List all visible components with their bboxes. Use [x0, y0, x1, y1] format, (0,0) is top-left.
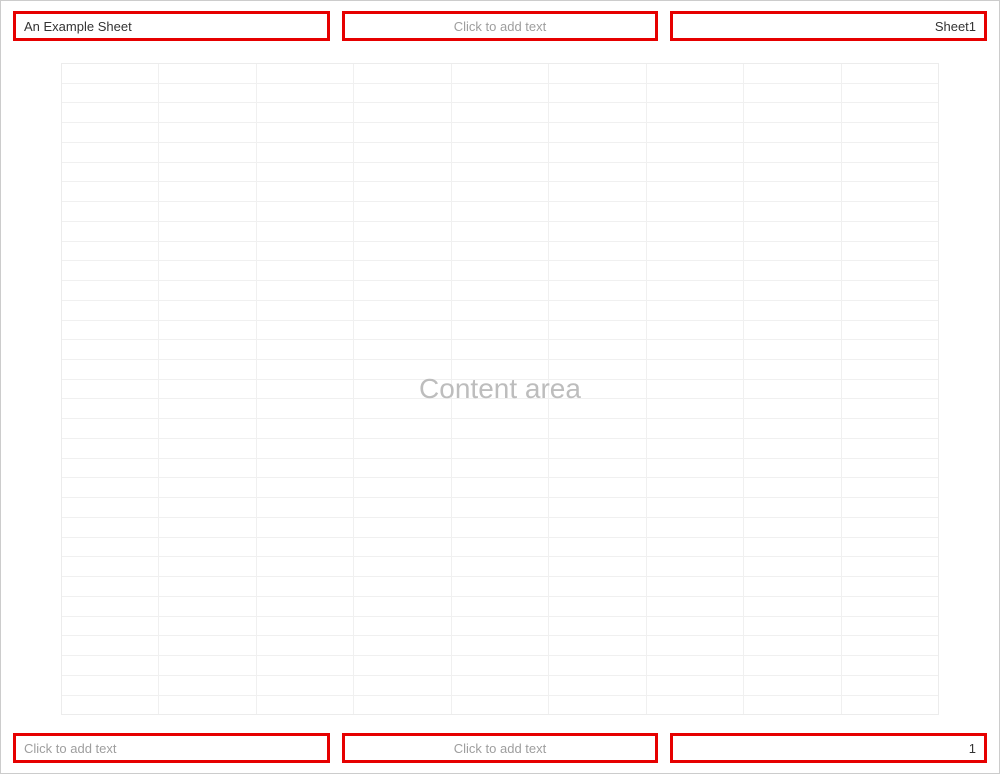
footer-center-text: Click to add text — [454, 741, 547, 756]
footer-row: Click to add text Click to add text 1 — [13, 733, 987, 763]
print-preview-page: An Example Sheet Click to add text Sheet… — [1, 1, 999, 773]
content-area-label: Content area — [419, 373, 581, 405]
content-area[interactable]: Content area — [61, 63, 939, 715]
footer-left-region[interactable]: Click to add text — [13, 733, 330, 763]
header-left-text: An Example Sheet — [24, 19, 132, 34]
footer-right-text: 1 — [969, 741, 976, 756]
header-right-text: Sheet1 — [935, 19, 976, 34]
header-right-region[interactable]: Sheet1 — [670, 11, 987, 41]
header-row: An Example Sheet Click to add text Sheet… — [13, 11, 987, 41]
footer-center-region[interactable]: Click to add text — [342, 733, 659, 763]
footer-left-text: Click to add text — [24, 741, 117, 756]
header-left-region[interactable]: An Example Sheet — [13, 11, 330, 41]
header-center-text: Click to add text — [454, 19, 547, 34]
footer-right-region[interactable]: 1 — [670, 733, 987, 763]
content-wrap: Content area — [13, 41, 987, 733]
header-center-region[interactable]: Click to add text — [342, 11, 659, 41]
